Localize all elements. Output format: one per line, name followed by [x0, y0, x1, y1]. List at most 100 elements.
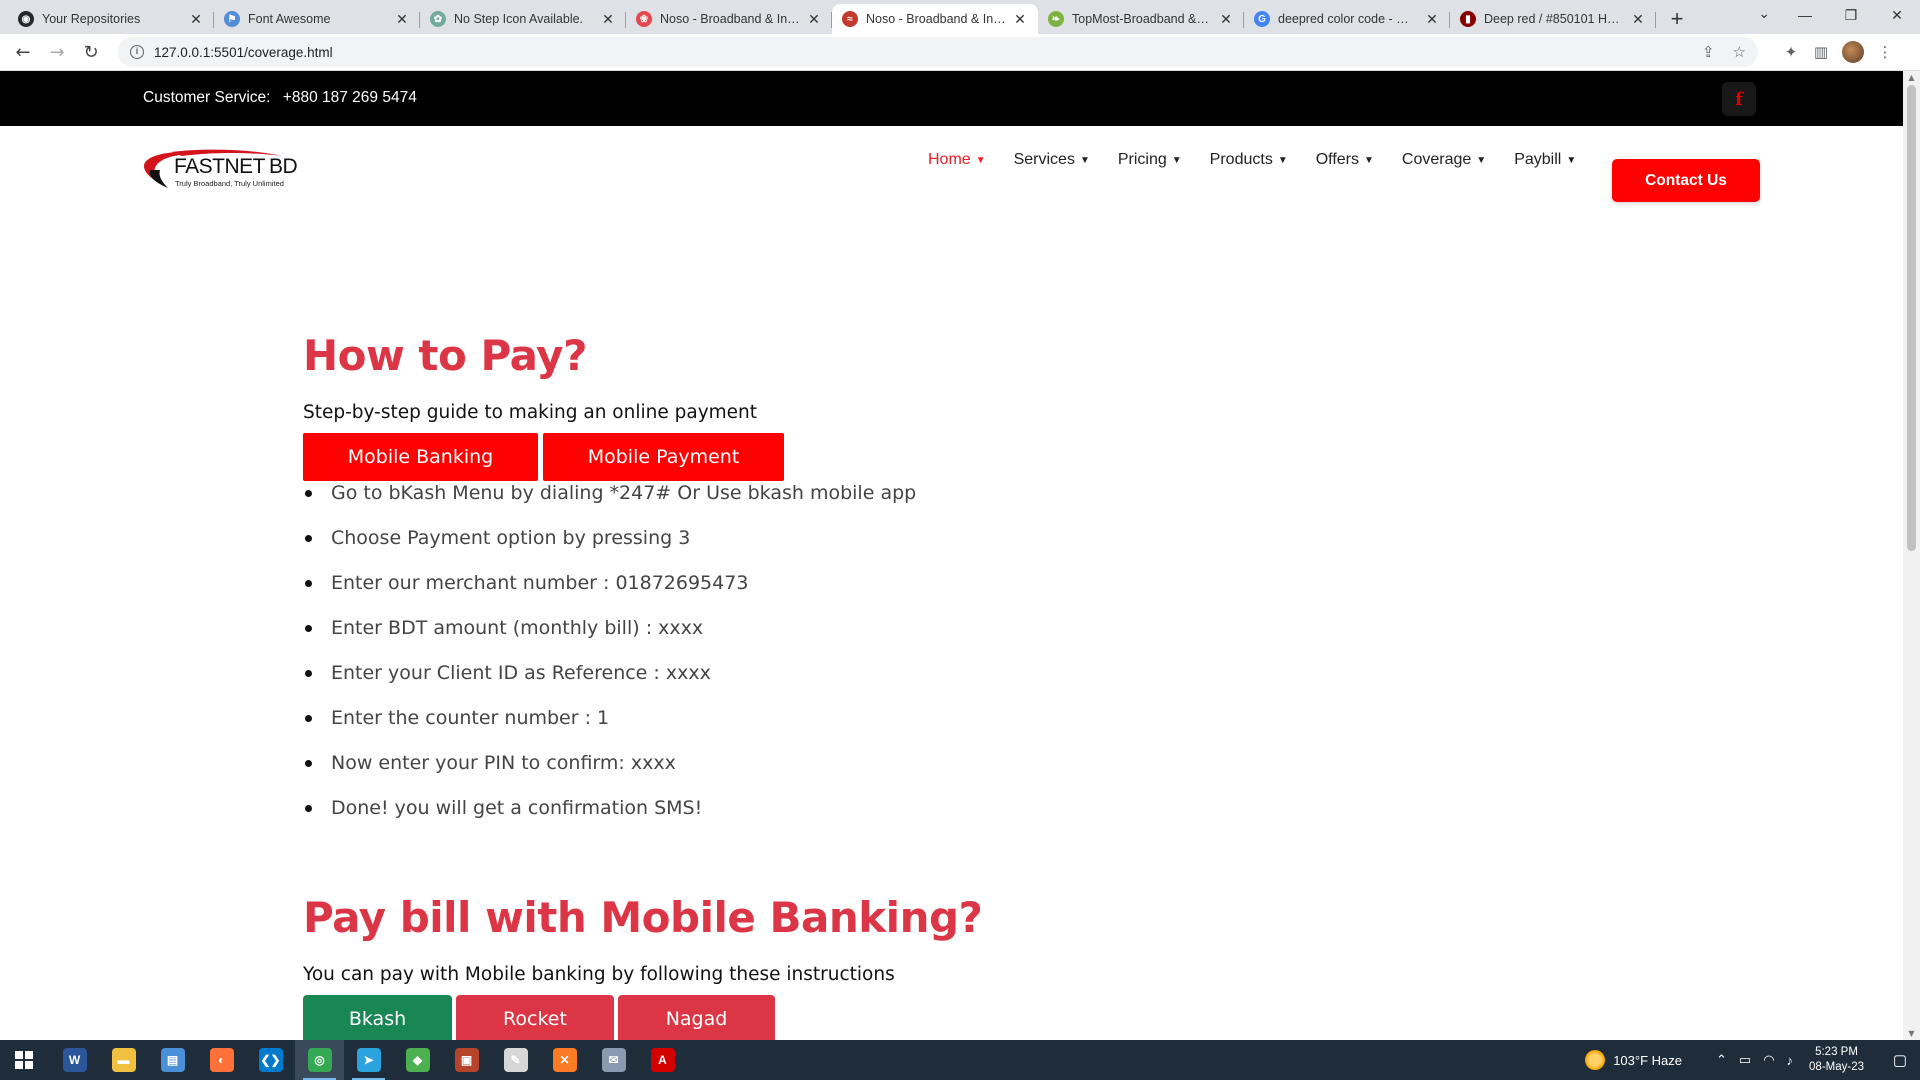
reload-icon[interactable]: ↻: [76, 37, 106, 67]
notification-icon[interactable]: ▢: [1880, 1040, 1920, 1080]
browser-tab[interactable]: ❀ Noso - Broadband & Inter ✕: [626, 4, 832, 34]
acrobat-icon-glyph: A: [650, 1048, 675, 1072]
volume-icon[interactable]: ♪: [1787, 1053, 1794, 1068]
browser-tab[interactable]: ◉ Your Repositories ✕: [8, 4, 214, 34]
nav-item-pricing[interactable]: Pricing ▼: [1118, 151, 1182, 169]
main-navigation: Home ▼ Services ▼ Pricing ▼ Products ▼ Offers ▼ Co…: [928, 151, 1604, 169]
chrome-icon[interactable]: ◎: [295, 1040, 344, 1080]
minimize-icon[interactable]: —: [1782, 0, 1828, 30]
nav-item-label: Paybill: [1514, 151, 1562, 168]
browser-tab-strip: ◉ Your Repositories ✕ ⚑ Font Awesome ✕ ✿ No Ste…: [0, 0, 1920, 34]
leaf-icon: ❧: [1048, 11, 1064, 27]
clock[interactable]: 5:23 PM 08-May-23: [1809, 1045, 1864, 1075]
nav-item-coverage[interactable]: Coverage ▼: [1402, 151, 1486, 169]
file-explorer-icon[interactable]: ▬: [99, 1040, 148, 1080]
mail-icon[interactable]: ✉: [589, 1040, 638, 1080]
url-text[interactable]: 127.0.0.1:5501/coverage.html: [154, 45, 1684, 60]
tab-title: Noso - Broadband & Inter: [660, 12, 800, 26]
browser-tab[interactable]: ▮ Deep red / #850101 Hex C ✕: [1450, 4, 1656, 34]
browser-menu-icon[interactable]: ⋮: [1870, 37, 1900, 67]
forward-icon[interactable]: →: [42, 37, 72, 67]
extensions-icon[interactable]: ✦: [1776, 37, 1806, 67]
bookmark-star-icon[interactable]: ☆: [1733, 43, 1746, 61]
nav-item-offers[interactable]: Offers ▼: [1316, 151, 1374, 169]
firefox-icon[interactable]: ◐: [197, 1040, 246, 1080]
files-icon[interactable]: ▤: [148, 1040, 197, 1080]
site-logo[interactable]: FASTNET BD Truly Broadband, Truly Unlimit…: [142, 146, 298, 192]
firefox-icon-glyph: ◐: [209, 1048, 234, 1072]
restore-icon[interactable]: ❐: [1828, 0, 1874, 30]
payment-steps-list: Go to bKash Menu by dialing *247# Or Use…: [303, 479, 916, 839]
close-window-icon[interactable]: ✕: [1874, 0, 1920, 30]
logo-brand-fastnet: FASTNET: [174, 155, 266, 178]
mobile-payment-button[interactable]: Mobile Payment: [543, 433, 784, 481]
how-to-pay-title: How to Pay?: [303, 331, 587, 380]
scrollbar-thumb[interactable]: [1907, 85, 1916, 551]
tab-close-icon[interactable]: ✕: [188, 11, 204, 27]
vscode-icon-glyph: ❮❯: [258, 1048, 283, 1072]
share-icon[interactable]: ⇪: [1702, 43, 1715, 61]
browser-tab[interactable]: ❧ TopMost-Broadband & Int ✕: [1038, 4, 1244, 34]
tab-close-icon[interactable]: ✕: [1218, 11, 1234, 27]
vscode-icon[interactable]: ❮❯: [246, 1040, 295, 1080]
mobile-banking-button[interactable]: Mobile Banking: [303, 433, 538, 481]
tab-bkash[interactable]: Bkash: [303, 995, 452, 1040]
tab-rocket[interactable]: Rocket: [456, 995, 614, 1040]
weather-icon[interactable]: [1585, 1050, 1606, 1070]
browser-tab[interactable]: ✿ No Step Icon Available. ✕: [420, 4, 626, 34]
new-tab-button[interactable]: +: [1662, 4, 1692, 34]
tab-nagad[interactable]: Nagad: [618, 995, 775, 1040]
chevron-down-icon: ▼: [1171, 154, 1182, 166]
customer-service-phone[interactable]: +880 187 269 5474: [283, 89, 417, 106]
meet-icon[interactable]: ▭: [1739, 1052, 1751, 1068]
tab-close-icon[interactable]: ✕: [1630, 11, 1646, 27]
profile-avatar[interactable]: [1842, 41, 1864, 63]
paint-icon-glyph: ✎: [503, 1048, 528, 1072]
facebook-icon[interactable]: f: [1722, 82, 1756, 116]
xampp-icon[interactable]: ✕: [540, 1040, 589, 1080]
side-panel-icon[interactable]: ▥: [1806, 37, 1836, 67]
list-item: Now enter your PIN to confirm: xxxx: [303, 749, 916, 794]
telegram-icon[interactable]: ➤: [344, 1040, 393, 1080]
customer-service-label: Customer Service:: [143, 89, 271, 106]
contact-us-button[interactable]: Contact Us: [1612, 159, 1760, 202]
tab-close-icon[interactable]: ✕: [1424, 11, 1440, 27]
github-icon: ◉: [18, 11, 34, 27]
word-icon[interactable]: W: [50, 1040, 99, 1080]
tab-close-icon[interactable]: ✕: [1012, 11, 1028, 27]
tab-close-icon[interactable]: ✕: [394, 11, 410, 27]
tab-search-icon[interactable]: ⌄: [1758, 6, 1770, 22]
wifi-icon[interactable]: ◠: [1763, 1052, 1774, 1068]
paint-icon[interactable]: ✎: [491, 1040, 540, 1080]
nav-item-home[interactable]: Home ▼: [928, 151, 986, 169]
chevron-down-icon: ▼: [975, 154, 986, 166]
photo-icon[interactable]: ▣: [442, 1040, 491, 1080]
scroll-up-icon[interactable]: ▲: [1907, 73, 1916, 82]
tab-title: Noso - Broadband & Inter: [866, 12, 1006, 26]
tab-title: Deep red / #850101 Hex C: [1484, 12, 1624, 26]
site-info-icon[interactable]: i: [130, 45, 144, 59]
browser-tab[interactable]: ⚑ Font Awesome ✕: [214, 4, 420, 34]
tab-close-icon[interactable]: ✕: [600, 11, 616, 27]
logo-wordmark: FASTNET BD: [174, 155, 298, 179]
address-bar[interactable]: i 127.0.0.1:5501/coverage.html ⇪ ☆: [118, 37, 1758, 67]
nav-item-products[interactable]: Products ▼: [1210, 151, 1288, 169]
browser-tab[interactable]: ≈ Noso - Broadband & Inter ✕: [832, 4, 1038, 34]
acrobat-icon[interactable]: A: [638, 1040, 687, 1080]
logo-brand-bd: BD: [269, 155, 298, 178]
page-scrollbar[interactable]: ▲ ▼: [1903, 71, 1920, 1040]
start-button[interactable]: [0, 1040, 48, 1080]
scroll-down-icon[interactable]: ▼: [1907, 1029, 1916, 1038]
tab-close-icon[interactable]: ✕: [806, 11, 822, 27]
nav-item-services[interactable]: Services ▼: [1014, 151, 1090, 169]
nav-item-paybill[interactable]: Paybill ▼: [1514, 151, 1576, 169]
taskbar-apps: W ▬ ▤ ◐ ❮❯ ◎ ➤ ◆ ▣ ✎ ✕ ✉ A: [50, 1040, 687, 1080]
payment-method-buttons: Mobile Banking Mobile Payment: [303, 433, 789, 481]
browser-tab[interactable]: Gdeepred color code - Goo ✕: [1244, 4, 1450, 34]
back-icon[interactable]: ←: [8, 37, 38, 67]
tray-overflow-icon[interactable]: ⌃: [1716, 1052, 1727, 1068]
tab-title: No Step Icon Available.: [454, 12, 584, 26]
noso-site-icon: ≈: [842, 11, 858, 27]
weather-text[interactable]: 103°F Haze: [1613, 1053, 1682, 1068]
git-icon[interactable]: ◆: [393, 1040, 442, 1080]
